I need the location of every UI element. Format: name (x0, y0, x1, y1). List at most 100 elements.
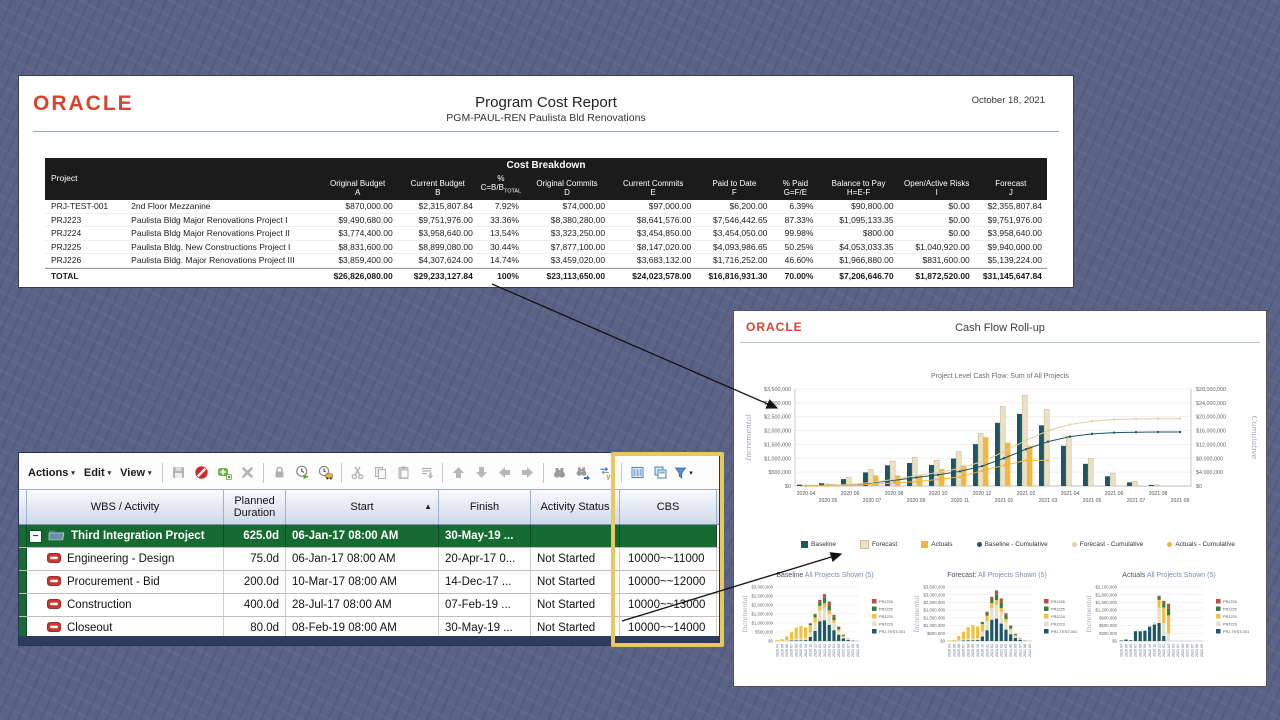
search-replace-icon: y (598, 465, 613, 480)
svg-text:2020 09: 2020 09 (907, 498, 926, 504)
menu-actions[interactable]: Actions▾ (28, 467, 75, 479)
svg-text:$2,500,000: $2,500,000 (751, 594, 773, 599)
svg-text:2021 01: 2021 01 (995, 498, 1014, 504)
cancel-button[interactable] (190, 461, 213, 485)
svg-text:$0: $0 (940, 639, 945, 644)
svg-text:2020 06: 2020 06 (785, 644, 789, 657)
menu-edit[interactable]: Edit▾ (84, 467, 111, 479)
svg-text:2021 02: 2021 02 (995, 644, 999, 657)
svg-text:2021 06: 2021 06 (1186, 644, 1190, 657)
svg-text:2020 11: 2020 11 (951, 498, 969, 504)
save-button[interactable] (167, 461, 190, 485)
move-down-button[interactable] (470, 461, 493, 485)
svg-text:PRJ225: PRJ225 (1051, 607, 1065, 612)
paste-button[interactable] (392, 461, 415, 485)
menu-view[interactable]: View▾ (120, 467, 151, 479)
svg-text:2021 03: 2021 03 (1172, 644, 1176, 657)
column-header-cbs[interactable]: CBS (620, 490, 717, 524)
svg-text:2020 11: 2020 11 (981, 644, 985, 657)
add-button[interactable] (213, 461, 236, 485)
table-header-row: WBS / ActivityPlanned DurationStart▲Fini… (19, 490, 719, 525)
column-header-start[interactable]: Start▲ (286, 490, 439, 524)
svg-text:2020 08: 2020 08 (1138, 644, 1142, 657)
svg-text:$1,000,000: $1,000,000 (751, 621, 773, 626)
svg-text:2020 10: 2020 10 (804, 644, 808, 657)
column-header-wbs-activity[interactable]: WBS / Activity (27, 490, 224, 524)
move-left-button[interactable] (493, 461, 516, 485)
svg-text:2021 04: 2021 04 (1176, 644, 1180, 657)
group-layout-button[interactable] (649, 461, 672, 485)
schedule-button[interactable] (291, 461, 314, 485)
copy-button[interactable] (369, 461, 392, 485)
find-icon (552, 465, 567, 480)
schedule-icon (295, 465, 310, 480)
svg-text:2020 11: 2020 11 (809, 644, 813, 657)
find-next-button[interactable] (571, 461, 594, 485)
svg-text:2021 03: 2021 03 (828, 644, 832, 657)
group-header: Cost Breakdown (45, 160, 1047, 171)
activity-row[interactable]: Procurement - Bid200.0d10-Mar-17 08:00 A… (19, 571, 719, 594)
baseline-by-project-chart: Baseline All Projects Shown (5)$0$500,00… (740, 572, 910, 684)
svg-text:2020 05: 2020 05 (819, 498, 838, 504)
column-header: Original CommitsD (524, 179, 610, 200)
svg-text:PRJ224: PRJ224 (1223, 614, 1238, 619)
svg-text:2020 10: 2020 10 (1148, 644, 1152, 657)
svg-text:$0: $0 (1196, 484, 1202, 490)
svg-text:Incremental: Incremental (744, 414, 753, 462)
activity-icon (47, 622, 61, 635)
svg-text:2021 09: 2021 09 (1028, 644, 1032, 657)
lock-button[interactable] (268, 461, 291, 485)
svg-text:Incremental: Incremental (1086, 595, 1093, 633)
level-resources-button[interactable] (314, 461, 337, 485)
svg-text:2021 07: 2021 07 (846, 644, 850, 657)
column-header-activity-status[interactable]: Activity Status (531, 490, 620, 524)
columns-button[interactable] (626, 461, 649, 485)
svg-text:2020 12: 2020 12 (1157, 644, 1161, 657)
move-left-icon (497, 465, 512, 480)
search-replace-button[interactable]: y (594, 461, 617, 485)
wbs-parent-row[interactable]: −Third Integration Project625.0d06-Jan-1… (19, 525, 719, 548)
filter-button[interactable]: ▾ (672, 461, 695, 485)
find-button[interactable] (548, 461, 571, 485)
column-header-finish[interactable]: Finish (439, 490, 531, 524)
fill-down-button[interactable] (415, 461, 438, 485)
svg-text:PRJ223: PRJ223 (879, 622, 893, 627)
activity-row[interactable]: Engineering - Design75.0d06-Jan-17 08:00… (19, 548, 719, 571)
move-right-button[interactable] (516, 461, 539, 485)
svg-text:$1,000,000: $1,000,000 (923, 623, 945, 628)
svg-text:$3,000,000: $3,000,000 (764, 401, 791, 407)
svg-text:2021 06: 2021 06 (1014, 644, 1018, 657)
svg-text:2020 04: 2020 04 (948, 644, 952, 657)
cash-flow-chart: $0$500,000$1,000,000$1,500,000$2,000,000… (739, 384, 1257, 541)
activity-row[interactable]: Construction400.0d28-Jul-17 08:00 AM07-F… (19, 594, 719, 617)
actuals-by-project-chart: Actuals All Projects Shown (5)$0$300,000… (1084, 572, 1254, 684)
small-chart-title: Forecast: All Projects Shown (5) (912, 572, 1082, 579)
legend-item: Baseline - Cumulative (977, 541, 1048, 548)
column-header-planned-duration[interactable]: Planned Duration (224, 490, 286, 524)
sort-ascending-icon: ▲ (424, 501, 432, 513)
svg-text:2020 07: 2020 07 (863, 498, 882, 504)
lock-icon (272, 465, 287, 480)
delete-button[interactable] (236, 461, 259, 485)
table-row: PRJ226Paulista Bldg. Major Renovations P… (45, 254, 1047, 268)
cut-button[interactable] (346, 461, 369, 485)
svg-text:PRJ-TEST-001: PRJ-TEST-001 (1051, 629, 1077, 634)
svg-text:Incremental: Incremental (914, 595, 921, 633)
row-selection-strip (19, 525, 27, 547)
svg-text:2020 12: 2020 12 (813, 644, 817, 657)
svg-text:2020 06: 2020 06 (1129, 644, 1133, 657)
svg-text:2020 08: 2020 08 (966, 644, 970, 657)
table-footer-bar (19, 636, 719, 645)
activity-icon (47, 576, 61, 589)
svg-text:$20,000,000: $20,000,000 (1196, 415, 1226, 421)
column-header: Original BudgetA (318, 179, 398, 200)
report-title: Program Cost Report (19, 94, 1073, 111)
delete-icon (240, 465, 255, 480)
move-up-button[interactable] (447, 461, 470, 485)
column-header: Paid to DateF (696, 179, 772, 200)
column-header: ForecastJ (975, 179, 1047, 200)
legend-swatch (1167, 542, 1172, 547)
svg-text:2021 05: 2021 05 (1009, 644, 1013, 657)
svg-text:PRJ223: PRJ223 (1223, 622, 1237, 627)
collapse-toggle[interactable]: − (29, 530, 42, 543)
